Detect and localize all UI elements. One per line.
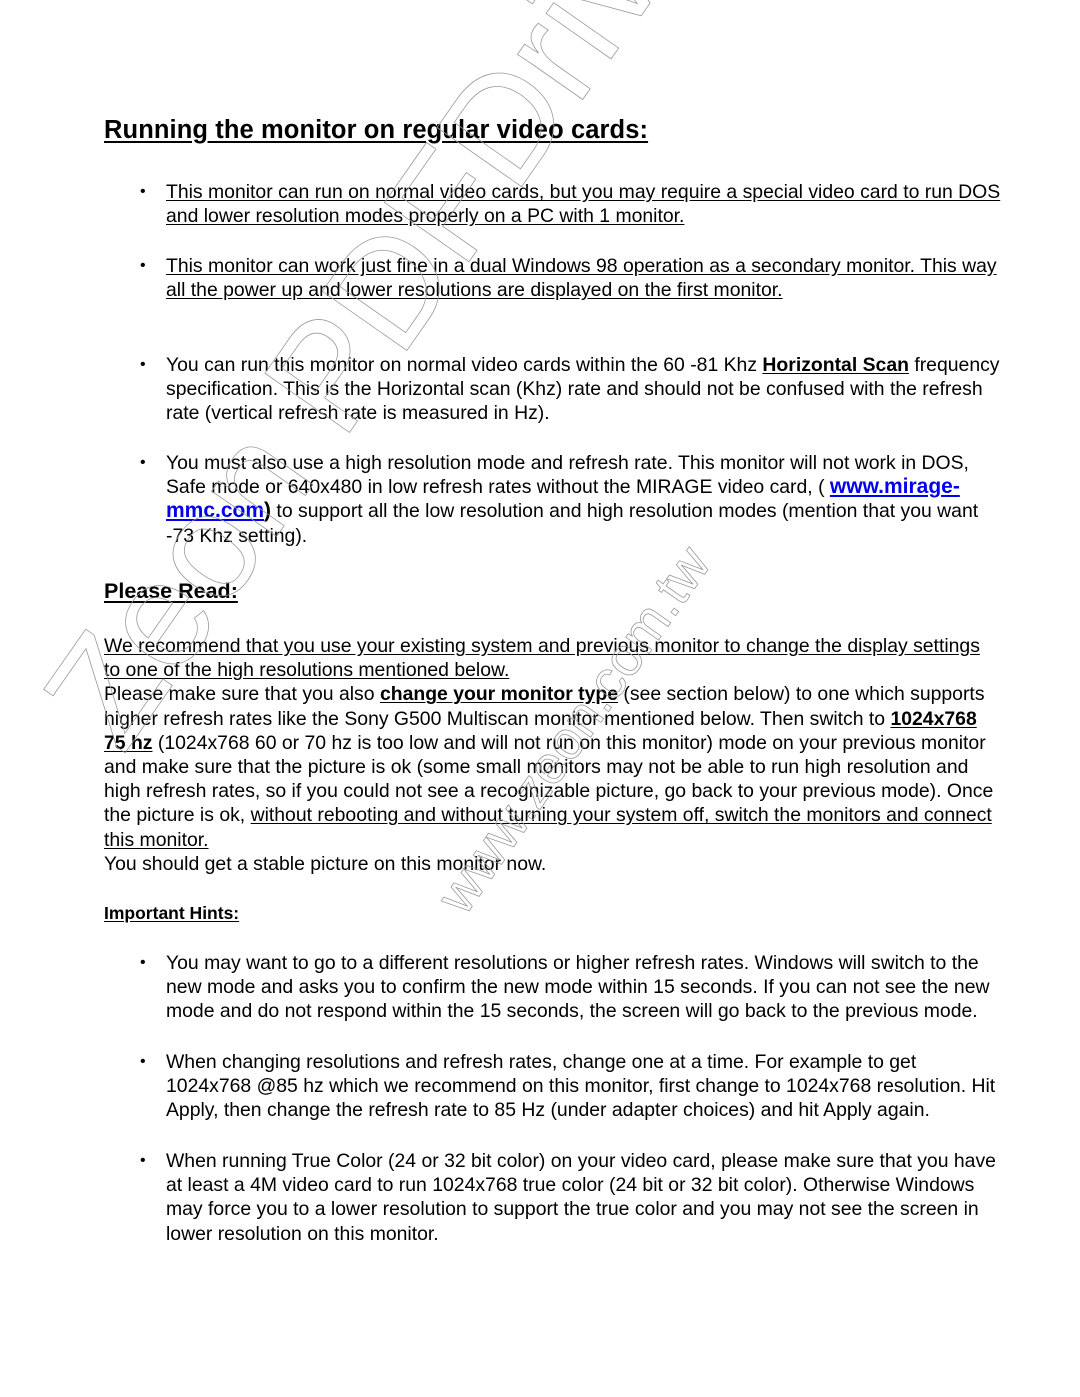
bullet-icon: •	[140, 1053, 146, 1070]
bullet-icon: •	[140, 1152, 146, 1169]
text-run: )	[264, 499, 272, 523]
bullet-text: You may want to go to a different resolu…	[166, 952, 990, 1023]
bullet-text: When running True Color (24 or 32 bit co…	[166, 1150, 996, 1245]
bullet-icon: •	[140, 954, 146, 971]
please-read-heading: Please Read:	[104, 579, 238, 603]
text-run: You can run this monitor on normal video…	[166, 354, 763, 376]
text-run: You should get a stable picture on this …	[104, 852, 547, 875]
bullet-icon: •	[140, 257, 146, 274]
text-run: Please make sure that you also	[104, 683, 380, 706]
document-page: Running the monitor on regular video car…	[0, 0, 1080, 1397]
horizontal-scan-emphasis: Horizontal Scan	[762, 354, 909, 376]
page-title: Running the monitor on regular video car…	[104, 116, 649, 144]
bullet-text: You must also use a high resolution mode…	[166, 451, 1006, 548]
bullet-text: This monitor can run on normal video car…	[166, 181, 1001, 228]
bullet-text: This monitor can work just fine in a dua…	[166, 255, 997, 302]
text-run: to support all the low resolution and hi…	[166, 500, 979, 547]
bullet-icon: •	[140, 356, 146, 373]
please-read-paragraph: We recommend that you use your existing …	[104, 634, 994, 876]
text-run: We recommend that you use your existing …	[104, 635, 980, 682]
bullet-icon: •	[140, 454, 146, 471]
bullet-text: You can run this monitor on normal video…	[166, 353, 1006, 426]
bullet-icon: •	[140, 183, 146, 200]
important-hints-heading: Important Hints:	[104, 903, 240, 923]
bullet-text: When changing resolutions and refresh ra…	[166, 1051, 996, 1122]
change-monitor-type-emphasis: change your monitor type	[379, 683, 619, 706]
